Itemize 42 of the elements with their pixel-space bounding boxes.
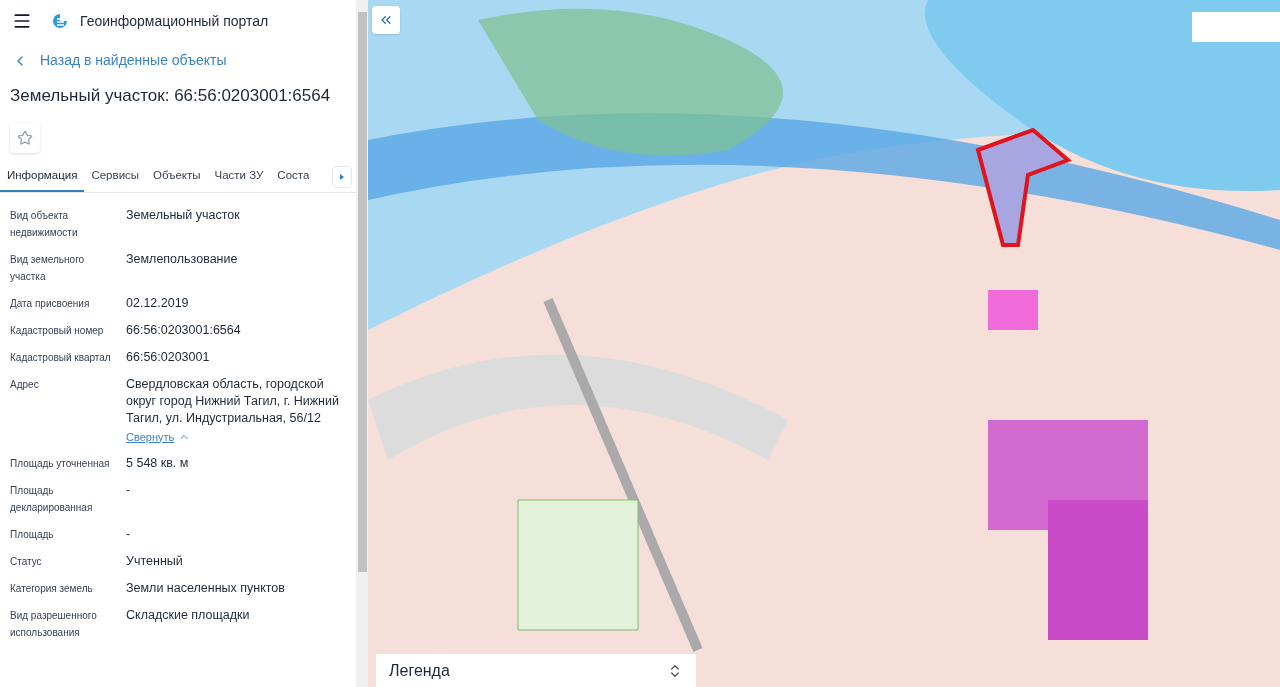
property-value: 02.12.2019 [126, 294, 189, 312]
property-value: Землепользование [126, 250, 238, 268]
property-value: - [126, 482, 132, 499]
tab[interactable]: Объекты [146, 162, 208, 192]
property-label: Вид земельного участка [9, 252, 86, 284]
property-value: Земельный участок [126, 206, 240, 224]
property-value: 66:56:0203001 [126, 348, 210, 366]
property-label: Дата присвоения [9, 296, 91, 311]
star-icon [17, 129, 33, 146]
property-label: Площадь декларированная [9, 484, 94, 515]
property-label: Кадастровый номер [9, 323, 105, 338]
property-value: Складские площадки [126, 607, 250, 624]
property-value: 5 548 кв. м [126, 455, 189, 472]
tab[interactable]: Части ЗУ [207, 162, 271, 192]
menu-icon[interactable] [12, 11, 32, 31]
tab[interactable]: Сервисы [84, 162, 147, 192]
logo-icon [52, 13, 68, 29]
property-value: Свердловская область, городской округ город Нижний Тагил, г. Нижний Тагил, ул. Индустриальная, 56/12 [126, 375, 340, 427]
collapse-panel-button[interactable] [372, 6, 400, 34]
property-value: 66:56:0203001:6564 [126, 321, 241, 339]
property-label: Кадастровый квартал [9, 350, 112, 365]
triangle-right-icon [339, 173, 345, 181]
property-label: Вид объекта недвижимости [9, 208, 79, 240]
property-label: Площадь уточненная [9, 457, 111, 471]
property-value: - [126, 526, 132, 543]
property-label: Статус [9, 555, 43, 569]
legend-dropdown[interactable]: Легенда [376, 654, 696, 687]
tab[interactable]: Информация [0, 162, 85, 192]
tab[interactable]: Соста [270, 162, 317, 192]
property-label: Площадь [9, 528, 55, 542]
portal-title: Геоинформационный портал [80, 11, 269, 31]
property-value: Земли населенных пунктов [126, 580, 285, 597]
property-value: Учтенный [126, 553, 183, 570]
tabs-scroll-button[interactable] [332, 166, 352, 188]
property-label: Категория земель [9, 582, 94, 596]
back-link[interactable]: Назад в найденные объекты [0, 50, 356, 71]
property-label: Вид разрешенного использования [9, 609, 98, 640]
collapse-link[interactable]: Свернуть [126, 428, 191, 445]
scrollbar[interactable] [356, 0, 368, 687]
property-label: Адрес [9, 377, 40, 392]
search-field[interactable] [1192, 12, 1280, 42]
object-title: Земельный участок: 66:56:0203001:6564 [9, 85, 332, 107]
